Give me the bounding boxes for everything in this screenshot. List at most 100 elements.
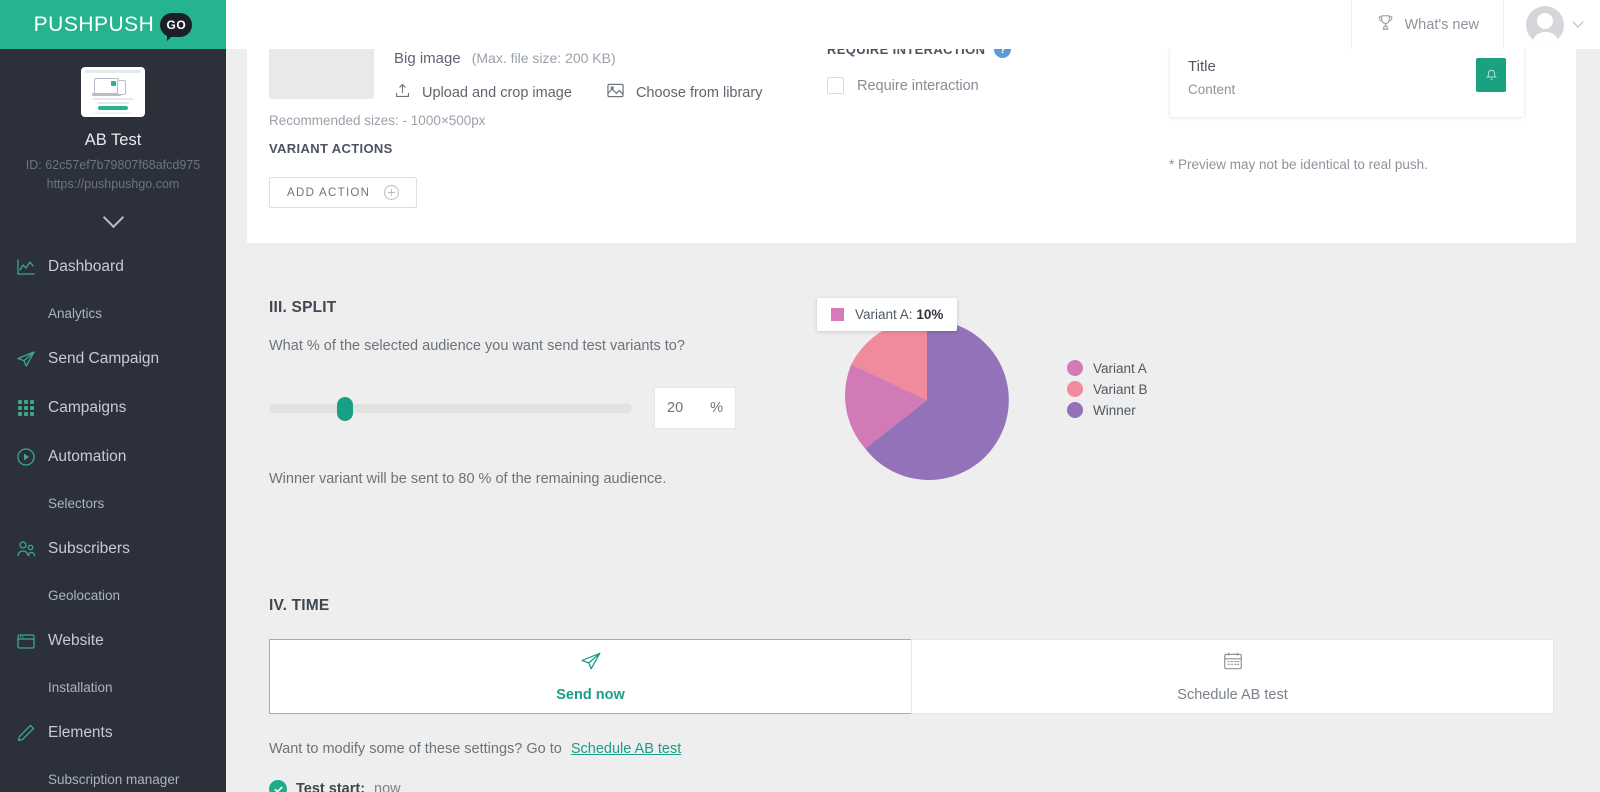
brand-name: PUSHPUSH xyxy=(33,12,155,36)
chevron-down-icon xyxy=(1572,16,1584,28)
test-start-row: Test start: now xyxy=(269,780,1554,792)
sidebar-item-automation[interactable]: Automation xyxy=(0,433,226,482)
require-interaction-label: Require interaction xyxy=(857,77,979,94)
upload-icon xyxy=(394,82,411,103)
sidebar-item-selectors[interactable]: Selectors xyxy=(0,482,226,525)
sidebar-nav: Dashboard Analytics Send Campaign Campai… xyxy=(0,235,226,792)
paper-plane-icon xyxy=(580,650,602,677)
legend-dot xyxy=(1067,402,1083,418)
big-image-row: Big image (Max. file size: 200 KB) Uploa… xyxy=(269,46,762,103)
percent-symbol: % xyxy=(710,400,723,416)
sidebar-item-campaigns[interactable]: Campaigns xyxy=(0,384,226,433)
send-now-option[interactable]: Send now xyxy=(269,639,911,714)
sidebar-item-label: Campaigns xyxy=(48,399,127,417)
sidebar-item-website[interactable]: Website xyxy=(0,617,226,666)
brand-logo[interactable]: PUSHPUSH GO xyxy=(0,0,226,49)
pie-legend: Variant A Variant B Winner xyxy=(1067,360,1148,423)
preview-content: Content xyxy=(1188,82,1236,97)
split-card: III. SPLIT What % of the selected audien… xyxy=(247,265,1576,547)
sidebar-item-send-campaign[interactable]: Send Campaign xyxy=(0,335,226,384)
recommended-sizes: Recommended sizes: - 1000×500px xyxy=(269,113,486,128)
tooltip-label: Variant A: xyxy=(855,307,913,322)
main-content: What's new Big image (Max. file size: 20… xyxy=(226,0,1600,792)
choose-from-library-button[interactable]: Choose from library xyxy=(606,82,762,103)
require-interaction-checkbox[interactable]: Require interaction xyxy=(827,77,1011,94)
site-block: AB Test ID: 62c57ef7b79807f68afcd975 htt… xyxy=(0,49,226,201)
upload-and-crop-button[interactable]: Upload and crop image xyxy=(394,82,572,103)
send-now-label: Send now xyxy=(556,687,625,703)
legend-item[interactable]: Variant A xyxy=(1067,360,1148,376)
add-action-label: ADD ACTION xyxy=(287,186,371,199)
legend-dot xyxy=(1067,360,1083,376)
sidebar-item-label: Installation xyxy=(48,679,113,695)
modify-settings-row: Want to modify some of these settings? G… xyxy=(269,741,1554,757)
plus-circle-icon xyxy=(384,185,400,200)
preview-title: Title xyxy=(1188,58,1216,75)
grid-icon xyxy=(16,398,48,418)
big-image-maxsize: (Max. file size: 200 KB) xyxy=(471,50,616,66)
sidebar-item-label: Automation xyxy=(48,448,127,466)
schedule-ab-test-link[interactable]: Schedule AB test xyxy=(571,741,681,757)
tooltip-value: 10% xyxy=(916,307,944,322)
scroll-area[interactable]: Big image (Max. file size: 200 KB) Uploa… xyxy=(226,0,1600,792)
sidebar-item-label: Elements xyxy=(48,724,113,742)
sidebar-item-dashboard[interactable]: Dashboard xyxy=(0,243,226,292)
sidebar-item-label: Subscribers xyxy=(48,540,130,558)
time-heading: IV. TIME xyxy=(269,597,330,614)
image-placeholder[interactable] xyxy=(269,46,374,99)
site-id: ID: 62c57ef7b79807f68afcd975 xyxy=(25,158,201,172)
window-icon xyxy=(16,631,48,651)
sidebar-item-label: Send Campaign xyxy=(48,350,160,368)
app-root: PUSHPUSH GO AB Test ID: 62c57ef7b79807f6… xyxy=(0,0,1600,792)
legend-item[interactable]: Variant B xyxy=(1067,381,1148,397)
sidebar-item-label: Analytics xyxy=(48,305,103,321)
legend-dot xyxy=(1067,381,1083,397)
checkbox-box[interactable] xyxy=(827,77,844,94)
play-circle-icon xyxy=(16,447,48,467)
sidebar-item-geolocation[interactable]: Geolocation xyxy=(0,574,226,617)
user-menu[interactable] xyxy=(1504,0,1600,49)
users-icon xyxy=(16,539,48,559)
site-switcher-toggle[interactable] xyxy=(0,201,226,235)
split-percent-input[interactable]: 20 % xyxy=(654,387,736,429)
split-slider[interactable] xyxy=(269,396,632,421)
sidebar-item-subscription-manager[interactable]: Subscription manager xyxy=(0,758,226,792)
site-name: AB Test xyxy=(84,131,142,149)
avatar xyxy=(1526,5,1564,44)
time-card: IV. TIME Send now Schedule AB test Want … xyxy=(247,563,1576,792)
sidebar-item-label: Geolocation xyxy=(48,587,121,603)
big-image-label: Big image xyxy=(394,50,461,67)
sidebar: PUSHPUSH GO AB Test ID: 62c57ef7b79807f6… xyxy=(0,0,226,792)
sidebar-item-elements[interactable]: Elements xyxy=(0,709,226,758)
legend-item[interactable]: Winner xyxy=(1067,402,1148,418)
tooltip-swatch xyxy=(831,308,844,321)
legend-label: Winner xyxy=(1093,402,1136,418)
schedule-ab-test-option[interactable]: Schedule AB test xyxy=(911,639,1554,714)
brand-badge: GO xyxy=(160,12,193,41)
sidebar-item-label: Selectors xyxy=(48,495,105,511)
trophy-icon xyxy=(1376,13,1395,36)
paper-plane-icon xyxy=(16,349,48,369)
sidebar-item-label: Website xyxy=(48,632,104,650)
site-url: https://pushpushgo.com xyxy=(46,177,180,192)
pencil-icon xyxy=(16,723,48,743)
sidebar-item-analytics[interactable]: Analytics xyxy=(0,292,226,335)
preview-note: * Preview may not be identical to real p… xyxy=(1169,157,1428,172)
site-thumbnail xyxy=(81,67,145,117)
upload-label: Upload and crop image xyxy=(422,84,572,101)
image-icon xyxy=(606,82,625,103)
topbar: What's new xyxy=(226,0,1600,49)
variant-actions-block: VARIANT ACTIONS ADD ACTION xyxy=(269,141,418,208)
test-start-value: now xyxy=(374,781,401,792)
split-percent-value: 20 xyxy=(667,400,684,416)
split-pie-chart: Variant A: 10% Variant A Variant B Winne… xyxy=(817,298,1182,500)
sidebar-item-label: Dashboard xyxy=(48,258,124,276)
whats-new-button[interactable]: What's new xyxy=(1350,0,1504,49)
sidebar-item-subscribers[interactable]: Subscribers xyxy=(0,525,226,574)
variant-actions-heading: VARIANT ACTIONS xyxy=(269,141,393,156)
legend-label: Variant A xyxy=(1093,360,1147,376)
sidebar-item-installation[interactable]: Installation xyxy=(0,666,226,709)
slider-handle[interactable] xyxy=(337,396,353,421)
add-action-button[interactable]: ADD ACTION xyxy=(269,177,418,208)
legend-label: Variant B xyxy=(1093,381,1148,397)
